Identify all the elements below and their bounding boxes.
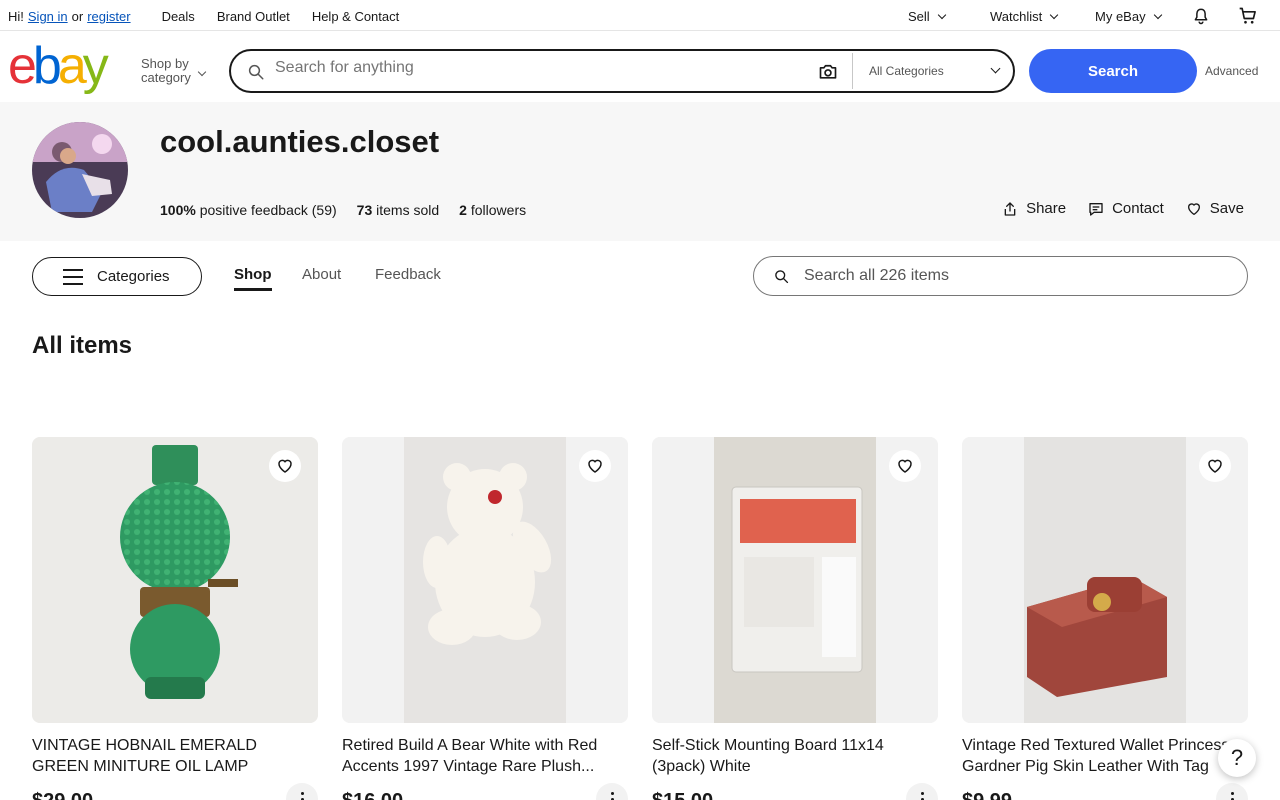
sell-menu[interactable]: Sell <box>908 9 949 24</box>
my-ebay-menu[interactable]: My eBay <box>1095 9 1165 24</box>
watchlist-menu[interactable]: Watchlist <box>990 9 1061 24</box>
heart-icon <box>1208 459 1222 473</box>
watch-heart-button[interactable] <box>889 450 921 482</box>
item-image[interactable] <box>652 437 938 723</box>
share-icon <box>1004 201 1016 216</box>
ebay-logo[interactable]: ebay <box>8 40 109 92</box>
top-bar-left: Hi! Sign in or register Deals Brand Outl… <box>8 9 399 24</box>
category-select[interactable]: All Categories <box>869 64 944 78</box>
item-image[interactable] <box>32 437 318 723</box>
or-text: or <box>71 9 84 24</box>
item-price: $9.99 <box>962 790 1248 800</box>
more-options-button[interactable] <box>596 783 628 800</box>
item-card[interactable]: Vintage Red Textured Wallet Princess Gar… <box>962 437 1248 800</box>
search-icon <box>248 64 264 80</box>
shop-by-category-button[interactable]: Shop by category <box>141 57 191 85</box>
followers-stat: 2 followers <box>459 202 527 218</box>
save-button[interactable]: Save <box>1186 200 1244 217</box>
tab-feedback[interactable]: Feedback <box>375 266 441 283</box>
search-icon <box>775 270 789 284</box>
tab-shop[interactable]: Shop <box>234 266 272 291</box>
camera-icon[interactable] <box>818 62 838 82</box>
store-stats: 100% positive feedback (59) 73 items sol… <box>160 202 546 218</box>
store-banner: cool.aunties.closet 100% positive feedba… <box>0 102 1280 241</box>
categories-button[interactable]: Categories <box>32 257 202 296</box>
brand-outlet-link[interactable]: Brand Outlet <box>217 9 290 24</box>
deals-link[interactable]: Deals <box>162 9 195 24</box>
tab-about[interactable]: About <box>302 266 341 283</box>
chevron-down-icon <box>937 10 946 20</box>
advanced-search-link[interactable]: Advanced <box>1205 64 1258 78</box>
search-input[interactable]: Search for anything <box>275 59 414 77</box>
search-divider <box>852 53 853 89</box>
item-price: $29.00 <box>32 790 318 800</box>
more-options-button[interactable] <box>906 783 938 800</box>
item-card[interactable]: Retired Build A Bear White with Red Acce… <box>342 437 628 800</box>
contact-button[interactable]: Contact <box>1088 200 1164 217</box>
more-options-button[interactable] <box>286 783 318 800</box>
item-title[interactable]: Self-Stick Mounting Board 11x14 (3pack) … <box>652 735 938 777</box>
top-bar: Hi! Sign in or register Deals Brand Outl… <box>0 0 1280 31</box>
chevron-down-icon <box>990 63 1001 74</box>
global-search-bar[interactable]: Search for anything All Categories <box>229 49 1015 93</box>
cart-icon[interactable] <box>1238 6 1258 26</box>
site-header: ebay Shop by category Search for anythin… <box>0 31 1280 102</box>
heart-icon <box>278 459 292 473</box>
categories-label: Categories <box>97 268 170 285</box>
watchlist-label: Watchlist <box>990 9 1043 24</box>
sign-in-link[interactable]: Sign in <box>28 9 68 24</box>
search-button[interactable]: Search <box>1029 49 1197 93</box>
store-actions: Share Contact Save <box>980 200 1244 217</box>
store-search-bar[interactable]: Search all 226 items <box>753 256 1248 296</box>
chevron-down-icon <box>1153 10 1162 20</box>
item-title[interactable]: Vintage Red Textured Wallet Princess Gar… <box>962 735 1248 777</box>
watch-heart-button[interactable] <box>579 450 611 482</box>
item-image[interactable] <box>342 437 628 723</box>
greeting: Hi! <box>8 9 24 24</box>
share-button[interactable]: Share <box>1002 200 1066 217</box>
feedback-stat[interactable]: 100% positive feedback (59) <box>160 202 337 218</box>
item-price: $16.00 <box>342 790 628 800</box>
item-card[interactable]: Self-Stick Mounting Board 11x14 (3pack) … <box>652 437 938 800</box>
message-icon <box>1089 202 1103 216</box>
item-title[interactable]: Retired Build A Bear White with Red Acce… <box>342 735 628 777</box>
watch-heart-button[interactable] <box>1199 450 1231 482</box>
items-sold-stat: 73 items sold <box>356 202 440 218</box>
item-title[interactable]: VINTAGE HOBNAIL EMERALD GREEN MINITURE O… <box>32 735 318 777</box>
watch-heart-button[interactable] <box>269 450 301 482</box>
help-contact-link[interactable]: Help & Contact <box>312 9 399 24</box>
notification-bell-icon[interactable] <box>1192 7 1210 25</box>
my-ebay-label: My eBay <box>1095 9 1146 24</box>
store-avatar <box>32 122 128 218</box>
chevron-down-icon <box>197 67 207 77</box>
sell-label: Sell <box>908 9 930 24</box>
menu-icon <box>63 268 85 285</box>
chevron-down-icon <box>1050 10 1059 20</box>
section-title: All items <box>32 332 133 359</box>
heart-icon <box>1187 202 1200 215</box>
item-image[interactable] <box>962 437 1248 723</box>
store-name: cool.aunties.closet <box>160 124 440 159</box>
help-button[interactable]: ? <box>1218 739 1256 777</box>
shop-by-line1: Shop by <box>141 56 189 71</box>
heart-icon <box>898 459 912 473</box>
register-link[interactable]: register <box>87 9 130 24</box>
store-search-input[interactable]: Search all 226 items <box>804 267 949 285</box>
shop-by-line2: category <box>141 70 191 85</box>
heart-icon <box>588 459 602 473</box>
item-card[interactable]: VINTAGE HOBNAIL EMERALD GREEN MINITURE O… <box>32 437 318 800</box>
item-price: $15.00 <box>652 790 938 800</box>
more-options-button[interactable] <box>1216 783 1248 800</box>
